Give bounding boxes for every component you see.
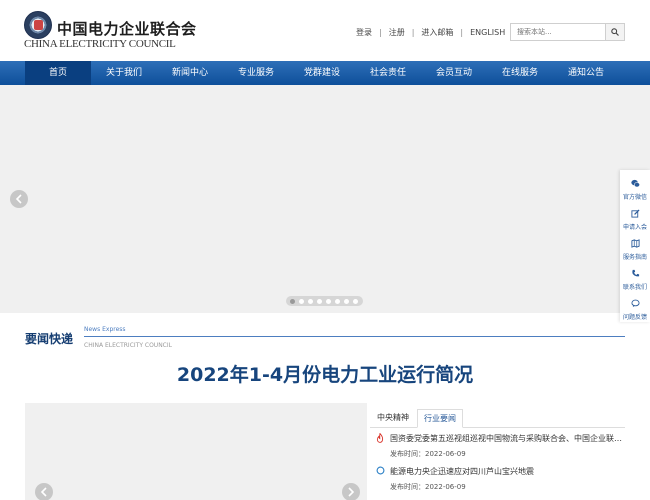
sidebar-item-wechat[interactable]: 官方微信 xyxy=(620,174,650,204)
news-date: 发布时间：2022-06-09 xyxy=(390,450,466,458)
sidebar-item-label: 服务指南 xyxy=(622,254,647,261)
nav-item-responsibility[interactable]: 社会责任 xyxy=(355,61,421,85)
edit-icon xyxy=(631,209,640,218)
carousel-dot[interactable] xyxy=(326,299,331,304)
news-date: 发布时间：2022-06-09 xyxy=(390,483,466,491)
news-title[interactable]: 国资委党委第五巡视组巡视中国物流与采购联合会、中国企业联合会 xyxy=(390,433,622,444)
carousel-dot[interactable] xyxy=(344,299,349,304)
separator: | xyxy=(411,28,415,37)
map-icon xyxy=(631,239,640,248)
top-links: 登录 | 注册 | 进入邮箱 | ENGLISH xyxy=(356,27,505,38)
search-button[interactable] xyxy=(605,24,624,40)
chevron-left-icon xyxy=(15,194,22,204)
sidebar-item-feedback[interactable]: 问题反馈 xyxy=(620,294,650,324)
phone-icon xyxy=(632,269,640,277)
photo-next-button[interactable] xyxy=(342,483,360,500)
section-subtitle-en: News Express xyxy=(84,326,126,333)
carousel-dot[interactable] xyxy=(335,299,340,304)
circle-bullet-icon xyxy=(376,466,385,475)
nav-item-notices[interactable]: 通知公告 xyxy=(553,61,619,85)
news-tabs: 中央精神 行业要闻 xyxy=(370,403,625,428)
sidebar-item-guide[interactable]: 服务指南 xyxy=(620,234,650,264)
wechat-icon xyxy=(631,179,640,188)
chat-icon xyxy=(631,299,640,308)
news-photo-carousel xyxy=(25,403,367,500)
photo-prev-button[interactable] xyxy=(35,483,53,500)
carousel-dot[interactable] xyxy=(308,299,313,304)
page: 中国电力企业联合会 CHINA ELECTRICITY COUNCIL 登录 | 注… xyxy=(0,0,650,500)
carousel-dot[interactable] xyxy=(299,299,304,304)
tab-industry-news[interactable]: 行业要闻 xyxy=(417,409,463,428)
nav-item-home[interactable]: 首页 xyxy=(25,61,91,85)
carousel-dot-active[interactable] xyxy=(290,299,295,304)
login-link[interactable]: 登录 xyxy=(356,28,372,37)
sidebar-item-label: 问题反馈 xyxy=(622,314,647,321)
nav-item-members[interactable]: 会员互动 xyxy=(421,61,487,85)
header: 中国电力企业联合会 CHINA ELECTRICITY COUNCIL 登录 | 注… xyxy=(0,0,650,61)
sidebar-item-contact[interactable]: 联系我们 xyxy=(620,264,650,294)
separator: | xyxy=(379,28,382,37)
section-title: 要闻快递 xyxy=(25,332,74,346)
chevron-left-icon xyxy=(40,487,47,497)
search-icon xyxy=(611,28,619,36)
carousel-pagination xyxy=(286,296,363,306)
carousel-dot[interactable] xyxy=(353,299,358,304)
logo-emblem-icon xyxy=(24,11,52,39)
logo-english-name: CHINA ELECTRICITY COUNCIL xyxy=(24,38,176,50)
separator: | xyxy=(460,28,464,37)
sidebar-item-apply[interactable]: 申请入会 xyxy=(620,204,650,234)
search-input[interactable] xyxy=(511,24,606,40)
section-divider xyxy=(84,336,625,337)
sidebar-item-label: 联系我们 xyxy=(622,284,647,291)
sidebar-item-label: 官方微信 xyxy=(622,194,647,201)
flame-icon xyxy=(376,433,384,443)
chevron-right-icon xyxy=(348,487,355,497)
nav-item-news[interactable]: 新闻中心 xyxy=(157,61,223,85)
carousel-prev-button[interactable] xyxy=(10,190,28,208)
search-box xyxy=(510,23,625,41)
mailbox-link[interactable]: 进入邮箱 xyxy=(421,28,453,37)
logo-chinese-name: 中国电力企业联合会 xyxy=(57,20,197,38)
carousel-dot[interactable] xyxy=(317,299,322,304)
main-nav: 首页 关于我们 新闻中心 专业服务 党群建设 社会责任 会员互动 在线服务 通知… xyxy=(0,61,650,85)
register-link[interactable]: 注册 xyxy=(389,28,405,37)
nav-item-online-service[interactable]: 在线服务 xyxy=(487,61,553,85)
english-link[interactable]: ENGLISH xyxy=(470,28,505,37)
sidebar-item-label: 申请入会 xyxy=(622,224,647,231)
nav-item-services[interactable]: 专业服务 xyxy=(223,61,289,85)
tab-central-spirit[interactable]: 中央精神 xyxy=(376,409,410,428)
nav-item-party[interactable]: 党群建设 xyxy=(289,61,355,85)
site-logo[interactable]: 中国电力企业联合会 CHINA ELECTRICITY COUNCIL xyxy=(24,11,197,51)
floating-sidebar: 官方微信 申请入会 服务指南 联系我们 问题反馈 xyxy=(620,170,650,322)
section-subtitle-org: CHINA ELECTRICITY COUNCIL xyxy=(84,342,172,349)
banner-carousel xyxy=(0,85,650,313)
news-title[interactable]: 能源电力央企迅速应对四川芦山宝兴地震 xyxy=(390,466,622,477)
headline-link[interactable]: 2022年1-4月份电力工业运行简况 xyxy=(0,360,650,387)
nav-item-about[interactable]: 关于我们 xyxy=(91,61,157,85)
